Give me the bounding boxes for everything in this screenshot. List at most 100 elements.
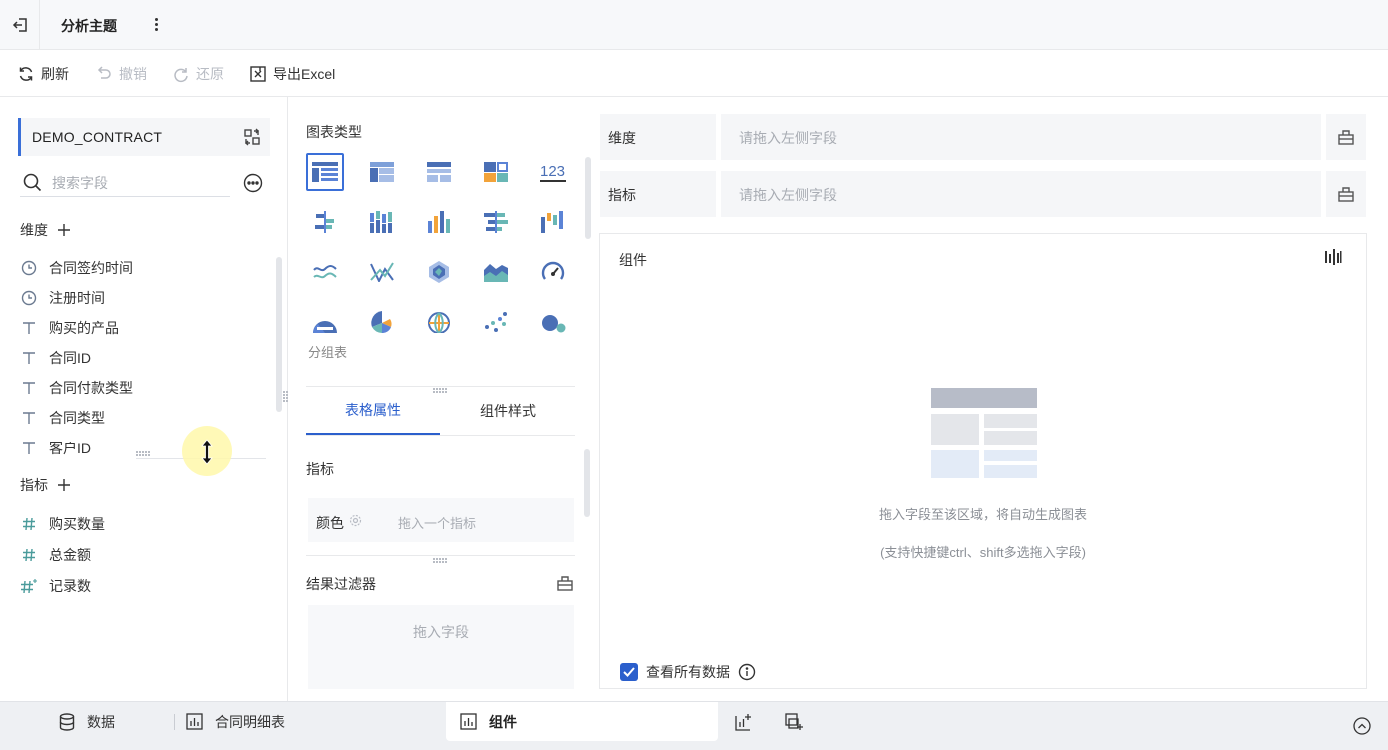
collapse-up-icon[interactable] [1353, 717, 1371, 735]
measure-field[interactable]: 购买数量 [20, 513, 105, 535]
waterfall-icon[interactable] [534, 203, 572, 241]
scatter-icon[interactable] [477, 303, 515, 341]
tab-data[interactable]: 数据 [59, 702, 115, 741]
exit-button[interactable] [0, 0, 40, 50]
component-canvas[interactable]: 组件 拖入字段至该区域，将自动生成图表 (支持快捷键ctrl、shift多选拖入… [599, 233, 1367, 689]
filter-settings-icon[interactable] [556, 574, 574, 592]
undo-button[interactable]: 撤销 [95, 64, 147, 84]
info-icon[interactable] [738, 663, 756, 681]
toolbox-icon [1337, 185, 1355, 203]
measure-field[interactable]: 总金额 [20, 544, 91, 566]
tab-component-style[interactable]: 组件样式 [441, 387, 575, 435]
dimension-field[interactable]: 客户ID [20, 442, 91, 458]
view-all-checkbox[interactable] [620, 663, 638, 681]
color-drop-zone[interactable]: 颜色 拖入一个指标 [308, 498, 574, 542]
add-dimension-icon[interactable] [58, 224, 70, 236]
field-label: 合同签约时间 [49, 260, 133, 276]
gauge-icon[interactable] [534, 253, 572, 291]
color-label: 颜色 [316, 515, 344, 531]
property-scrollbar[interactable] [584, 449, 590, 517]
dimension-field[interactable]: 合同类型 [20, 407, 105, 429]
add-measure-icon[interactable] [58, 479, 70, 491]
redo-icon [172, 65, 190, 83]
field-label: 合同类型 [49, 410, 105, 426]
rose-chart-icon[interactable] [363, 303, 401, 341]
tab-table-properties[interactable]: 表格属性 [306, 387, 440, 435]
line-chart-icon[interactable] [306, 253, 344, 291]
view-all-data-toggle[interactable]: 查看所有数据 [620, 662, 756, 682]
grouped-table-icon[interactable] [306, 153, 344, 191]
dimension-field[interactable]: 注册时间 [20, 287, 105, 309]
dimension-field[interactable]: 合同付款类型 [20, 377, 133, 399]
text-type-icon [20, 409, 38, 427]
area-chart-icon[interactable] [477, 253, 515, 291]
undo-label: 撤销 [119, 66, 147, 82]
measure-section-title: 指标 [20, 475, 70, 495]
radar-chart-icon[interactable] [420, 253, 458, 291]
dimension-settings-button[interactable] [1326, 114, 1366, 160]
redo-label: 还原 [196, 66, 224, 82]
measure-settings-button[interactable] [1326, 171, 1366, 217]
page-title: 分析主题 [61, 18, 117, 34]
field-label: 注册时间 [49, 290, 105, 306]
excel-icon [249, 65, 267, 83]
add-dashboard-tab-icon[interactable] [785, 713, 803, 731]
bubble-icon[interactable] [534, 303, 572, 341]
resize-grip[interactable] [136, 451, 150, 456]
stacked-bar-icon[interactable] [363, 203, 401, 241]
measure-slot-label: 指标 [600, 171, 716, 217]
kpi-number-icon[interactable]: 123 [534, 153, 572, 191]
field-search [20, 171, 230, 197]
add-chart-tab-icon[interactable] [735, 713, 753, 731]
dimension-drop-zone[interactable]: 请拖入左侧字段 [721, 114, 1321, 160]
vertical-ellipsis-icon[interactable] [150, 14, 162, 34]
canvas-panel: 维度 请拖入左侧字段 指标 请拖入左侧字段 组件 拖入字段至该区域，将自动生成图… [598, 97, 1388, 701]
measure-drop-zone[interactable]: 请拖入左侧字段 [721, 171, 1321, 217]
dimension-field[interactable]: 合同签约时间 [20, 257, 133, 279]
record-count-icon [20, 577, 38, 595]
cross-table-icon[interactable] [363, 153, 401, 191]
dimension-scrollbar[interactable] [276, 257, 282, 412]
chart-type-title: 图表类型 [306, 124, 362, 140]
dimension-section-title: 维度 [20, 220, 70, 240]
refresh-label: 刷新 [41, 66, 69, 82]
tab-contract-detail[interactable]: 合同明细表 [186, 702, 285, 741]
measure-field[interactable]: 记录数 [20, 575, 91, 597]
dimension-field[interactable]: 合同ID [20, 347, 91, 369]
resize-grip[interactable] [433, 558, 447, 563]
column-chart-icon[interactable] [420, 203, 458, 241]
export-excel-button[interactable]: 导出Excel [249, 64, 335, 84]
range-line-icon[interactable] [363, 253, 401, 291]
toolbox-icon [1337, 128, 1355, 146]
field-label: 总金额 [49, 547, 91, 563]
pie-chart-icon[interactable] [306, 303, 344, 341]
chart-type-scrollbar[interactable] [585, 157, 591, 239]
map-icon[interactable] [420, 303, 458, 341]
horizontal-bar-icon[interactable] [477, 203, 515, 241]
filter-drop-zone[interactable]: 拖入字段 [308, 605, 574, 689]
field-label: 购买的产品 [49, 320, 119, 336]
dataset-selector[interactable]: DEMO_CONTRACT [18, 118, 270, 156]
tab-contract-detail-label: 合同明细表 [215, 713, 285, 730]
exit-icon [11, 16, 29, 34]
field-label: 合同ID [49, 350, 91, 366]
search-input[interactable] [52, 173, 222, 193]
vertical-resize-cursor-icon [200, 439, 214, 465]
property-tabs: 表格属性 组件样式 [306, 386, 575, 436]
chart-settings-icon[interactable] [1324, 248, 1342, 266]
gear-icon[interactable] [349, 514, 362, 527]
treemap-icon[interactable] [477, 153, 515, 191]
more-options-icon[interactable] [243, 173, 263, 193]
dimension-title: 维度 [20, 222, 48, 238]
tab-component[interactable]: 组件 [446, 702, 718, 741]
empty-table-illustration [931, 388, 1037, 478]
text-type-icon [20, 349, 38, 367]
redo-button[interactable]: 还原 [172, 64, 224, 84]
bar-chart-icon[interactable] [306, 203, 344, 241]
dimension-field[interactable]: 购买的产品 [20, 317, 119, 339]
refresh-button[interactable]: 刷新 [17, 64, 69, 84]
top-bar: 分析主题 [0, 0, 1388, 50]
detail-table-icon[interactable] [420, 153, 458, 191]
view-all-label: 查看所有数据 [646, 664, 730, 680]
switch-dataset-icon[interactable] [243, 128, 261, 146]
